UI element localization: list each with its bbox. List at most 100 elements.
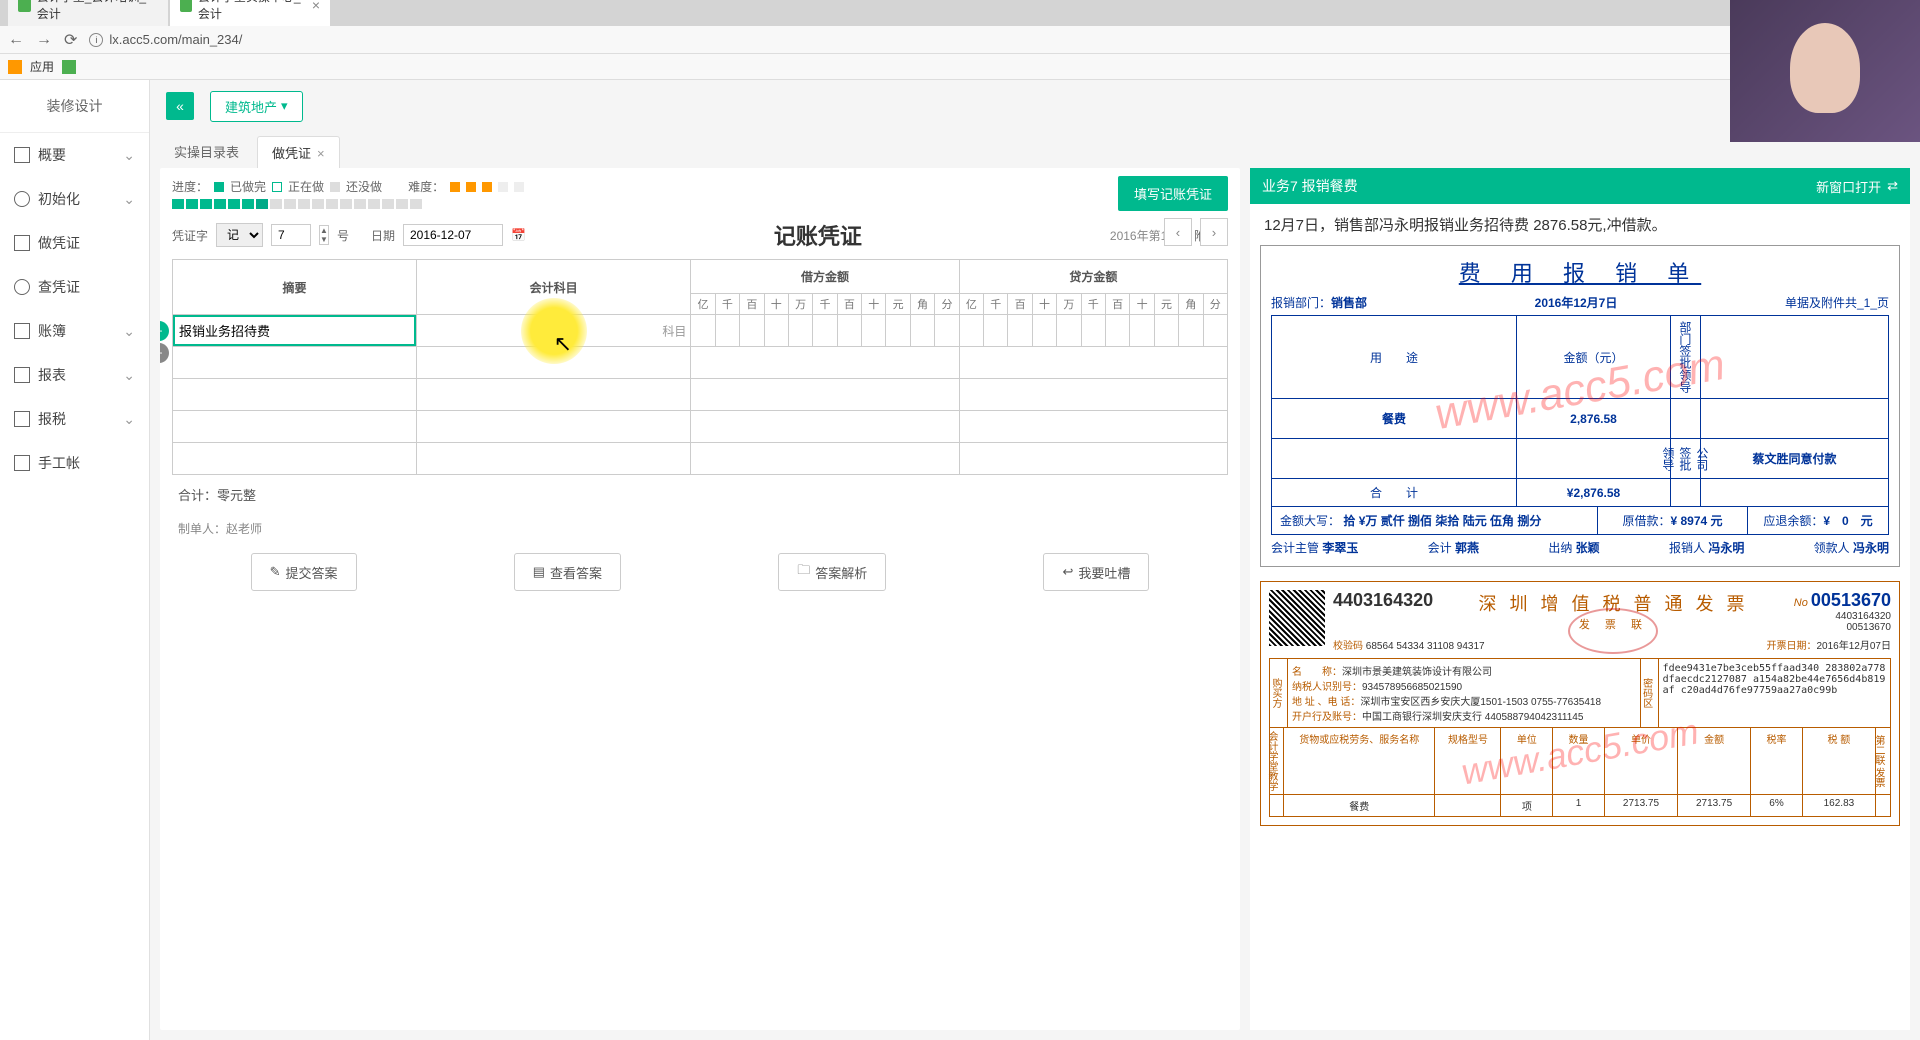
- chevron-down-icon: ⌄: [123, 191, 135, 208]
- list-icon: ▤: [533, 564, 545, 580]
- close-icon[interactable]: ×: [312, 0, 320, 13]
- doing-icon: [272, 182, 282, 192]
- calendar-icon[interactable]: 📅: [511, 228, 526, 242]
- gear-icon: [14, 191, 30, 207]
- action-buttons: ✎提交答案 ▤查看答案 🗀答案解析 ↩我要吐槽: [172, 553, 1228, 591]
- subject-hint: 科目: [662, 322, 686, 339]
- hand-icon: [14, 455, 30, 471]
- external-icon: ⇄: [1887, 178, 1898, 194]
- reload-icon[interactable]: ⟳: [64, 30, 77, 50]
- check-icon: ✎: [270, 564, 281, 580]
- prev-button[interactable]: ‹: [1164, 218, 1192, 246]
- table-row: [173, 379, 1228, 411]
- cert-type-select[interactable]: 记: [216, 223, 263, 247]
- book-icon: [14, 323, 30, 339]
- stamp-icon: [1568, 608, 1658, 654]
- number-stepper[interactable]: ▲▼: [319, 225, 329, 245]
- voucher-table: 摘要 会计科目 借方金额 贷方金额 亿千百十万千百十元角分 亿千百十万千百十元角…: [172, 259, 1228, 475]
- browser-toolbar: ← → ⟳ i lx.acc5.com/main_234/: [0, 26, 1920, 54]
- sidebar-item-voucher[interactable]: 做凭证: [0, 221, 149, 265]
- voucher-meta-row: 凭证字 记 ▲▼ 号 日期 📅 记账凭证 2016年第12期 附件 0: [172, 219, 1228, 251]
- table-row: [173, 347, 1228, 379]
- sidebar-item-query[interactable]: 查凭证: [0, 265, 149, 309]
- qr-icon: [1269, 590, 1325, 646]
- chevron-down-icon: ⌄: [123, 367, 135, 384]
- grid-icon: [14, 147, 30, 163]
- summary-cell[interactable]: + −: [173, 315, 417, 347]
- sidebar-title: 装修设计: [0, 80, 149, 133]
- analyze-button[interactable]: 🗀答案解析: [778, 553, 886, 591]
- tab-favicon-icon: [180, 0, 192, 12]
- new-window-button[interactable]: 新窗口打开⇄: [1816, 177, 1898, 196]
- bookmarks-bar: 应用: [0, 54, 1920, 80]
- sidebar-item-init[interactable]: 初始化⌄: [0, 177, 149, 221]
- view-answer-button[interactable]: ▤查看答案: [514, 553, 621, 591]
- next-button[interactable]: ›: [1200, 218, 1228, 246]
- report-icon: [14, 367, 30, 383]
- apps-icon[interactable]: [8, 60, 22, 74]
- search-icon: [14, 279, 30, 295]
- done-icon: [214, 182, 224, 192]
- browser-tab-0[interactable]: 会计学堂_会计培训_会计: [8, 0, 168, 26]
- todo-icon: [330, 182, 340, 192]
- feedback-button[interactable]: ↩我要吐槽: [1043, 553, 1149, 591]
- progress-bar[interactable]: [172, 199, 1228, 209]
- top-bar: « 建筑地产▾ 赵老师 （SVIP会员）: [150, 80, 1920, 132]
- table-row: [173, 443, 1228, 475]
- fill-voucher-button[interactable]: 填写记账凭证: [1118, 176, 1228, 211]
- folder-icon: 🗀: [797, 561, 810, 583]
- url-bar[interactable]: i lx.acc5.com/main_234/: [89, 32, 1912, 47]
- chevron-down-icon: ▾: [281, 98, 288, 114]
- submit-button[interactable]: ✎提交答案: [251, 553, 357, 591]
- back-icon[interactable]: ←: [8, 31, 24, 49]
- col-summary: 摘要: [173, 260, 417, 315]
- sidebar-item-tax[interactable]: 报税⌄: [0, 397, 149, 441]
- edit-icon: [14, 235, 30, 251]
- sidebar-item-ledger[interactable]: 账簿⌄: [0, 309, 149, 353]
- info-icon: i: [89, 33, 103, 47]
- collapse-sidebar-button[interactable]: «: [166, 92, 194, 120]
- tab-title: 会计学堂实操中心_会计: [198, 0, 306, 22]
- summary-input[interactable]: [173, 315, 416, 346]
- browser-tab-1[interactable]: 会计学堂实操中心_会计 ×: [170, 0, 330, 26]
- cursor-icon: ↖: [554, 331, 572, 357]
- voucher-panel: 进度： 已做完 正在做 还没做 难度： 填写记账凭证 ‹ › 凭证字: [160, 168, 1240, 1030]
- col-credit: 贷方金额: [959, 260, 1227, 294]
- total-row: 合计：零元整: [172, 475, 1228, 514]
- del-row-button[interactable]: −: [160, 343, 169, 363]
- pager: ‹ ›: [1164, 218, 1228, 246]
- reply-icon: ↩: [1062, 564, 1073, 580]
- sidebar-item-report[interactable]: 报表⌄: [0, 353, 149, 397]
- sidebar-item-overview[interactable]: 概要⌄: [0, 133, 149, 177]
- url-text: lx.acc5.com/main_234/: [109, 32, 242, 47]
- webcam-overlay: [1730, 0, 1920, 142]
- maker-row: 制单人：赵老师: [172, 514, 1228, 543]
- tab-voucher[interactable]: 做凭证×: [257, 136, 340, 168]
- chevron-down-icon: ⌄: [123, 147, 135, 164]
- sidebar: 装修设计 概要⌄ 初始化⌄ 做凭证 查凭证 账簿⌄ 报表⌄ 报税⌄ 手工帐: [0, 80, 150, 1040]
- voucher-number-input[interactable]: [271, 224, 311, 246]
- col-subject: 会计科目: [416, 260, 690, 315]
- apps-label[interactable]: 应用: [30, 58, 54, 75]
- expense-receipt: www.acc5.com 费 用 报 销 单 报销部门：销售部 2016年12月…: [1260, 245, 1900, 567]
- forward-icon[interactable]: →: [36, 31, 52, 49]
- subject-cell[interactable]: ↖ 科目: [416, 315, 690, 347]
- doc-header: 业务7 报销餐费 新窗口打开⇄: [1250, 168, 1910, 204]
- date-input[interactable]: [403, 224, 503, 246]
- tax-icon: [14, 411, 30, 427]
- bookmark-icon[interactable]: [62, 60, 76, 74]
- tab-directory[interactable]: 实操目录表: [160, 136, 253, 168]
- table-row: + − ↖ 科目: [173, 315, 1228, 347]
- chevron-down-icon: ⌄: [123, 411, 135, 428]
- doc-panel: 业务7 报销餐费 新窗口打开⇄ 12月7日，销售部冯永明报销业务招待费 2876…: [1250, 168, 1910, 1030]
- main: « 建筑地产▾ 赵老师 （SVIP会员） 实操目录表 做凭证× 进度： 已做完 …: [150, 80, 1920, 1040]
- category-dropdown[interactable]: 建筑地产▾: [210, 91, 303, 122]
- doc-body[interactable]: www.acc5.com 费 用 报 销 单 报销部门：销售部 2016年12月…: [1250, 245, 1910, 1030]
- receipt-title: 费 用 报 销 单: [1271, 256, 1889, 288]
- doc-title: 业务7 报销餐费: [1262, 176, 1358, 196]
- add-row-button[interactable]: +: [160, 321, 169, 341]
- close-icon[interactable]: ×: [317, 146, 325, 161]
- app-tabs: 实操目录表 做凭证×: [150, 136, 1920, 168]
- progress-legend: 进度： 已做完 正在做 还没做 难度：: [172, 178, 1228, 195]
- sidebar-item-manual[interactable]: 手工帐: [0, 441, 149, 485]
